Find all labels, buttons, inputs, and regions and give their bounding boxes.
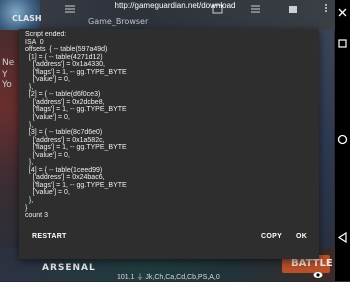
battle-label: BATTLE (291, 258, 333, 269)
more-icon (325, 4, 327, 12)
app-title: Game_Browser (88, 17, 149, 26)
side-text-2: Y (2, 70, 8, 80)
ok-button[interactable]: OK (296, 233, 307, 240)
restart-button[interactable]: RESTART (32, 233, 67, 240)
circle-icon[interactable] (337, 134, 348, 145)
close-icon[interactable] (337, 7, 348, 18)
back-triangle-icon[interactable] (337, 232, 348, 243)
square-icon[interactable] (337, 38, 348, 49)
script-result-dialog: Script ended: ISA 0 offsets { -- table(5… (19, 29, 319, 259)
url-bar[interactable]: http://gameguardian.net/download (50, 0, 300, 13)
side-text-3: Yo (2, 80, 12, 90)
side-text-1: Ne (2, 58, 15, 68)
eye-icon[interactable] (313, 270, 323, 280)
game-logo: CLASH (0, 0, 42, 32)
navigation-bar (335, 0, 350, 281)
game-logo-text: CLASH (12, 14, 42, 23)
script-output-text: Script ended: ISA 0 offsets { -- table(5… (25, 31, 127, 220)
copy-button[interactable]: COPY (261, 233, 282, 240)
arsenal-label: ARSENAL (42, 263, 96, 273)
